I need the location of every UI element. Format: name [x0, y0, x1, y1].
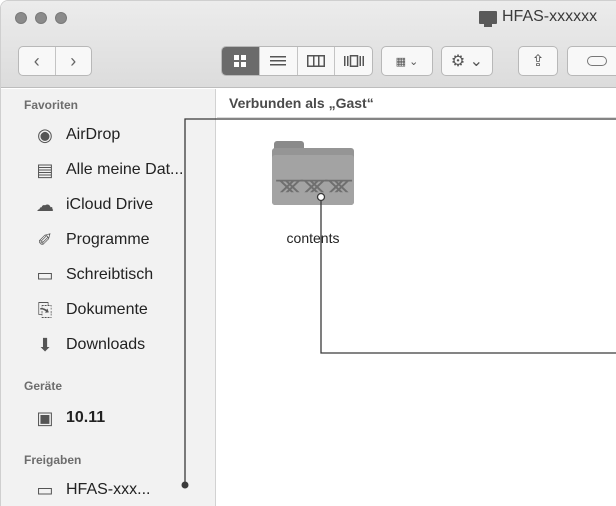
sidebar-item-label: HFAS-xxx...	[66, 481, 151, 498]
sidebar-item-disk[interactable]: ▣ 10.11	[34, 405, 105, 431]
navigation-buttons: ‹ ›	[18, 46, 92, 76]
shared-heading: Freigaben	[24, 453, 82, 467]
folder-contents[interactable]: ᚘᚘᚘ contents	[253, 141, 373, 246]
content-divider	[217, 117, 616, 118]
window-title-text: HFAS-xxxxxx	[502, 8, 598, 25]
sidebar-item-server[interactable]: ▭ HFAS-xxx...	[34, 477, 150, 503]
zoom-window-button[interactable]	[55, 12, 67, 24]
minimize-window-button[interactable]	[35, 12, 47, 24]
cloud-icon: ☁	[36, 194, 54, 215]
sidebar-item-airdrop[interactable]: ◉ AirDrop	[34, 122, 120, 148]
list-view-icon	[270, 56, 287, 66]
window-title: HFAS-xxxxxx	[479, 8, 598, 27]
favorites-heading: Favoriten	[24, 98, 79, 112]
folder-label: contents	[286, 230, 340, 246]
sidebar-item-label: Downloads	[66, 336, 146, 353]
all-files-icon: ▤	[36, 159, 54, 180]
sidebar-item-downloads[interactable]: ⬇ Downloads	[34, 332, 145, 358]
list-view-button[interactable]	[258, 47, 297, 75]
sidebar-item-all-files[interactable]: ▤ Alle meine Dat...	[34, 157, 183, 183]
finder-window: HFAS-xxxxxx ‹ › ▦ ⌄ ⚙ ⌄ ⇪ Favoriten ◉ Ai…	[0, 0, 616, 506]
sidebar-item-label: Schreibtisch	[66, 266, 154, 283]
people-icon: ᚘᚘᚘ	[272, 155, 354, 205]
sidebar-item-dokumente[interactable]: ⎘ Dokumente	[34, 297, 148, 323]
server-icon: ▭	[36, 479, 54, 500]
forward-button[interactable]: ›	[54, 47, 92, 75]
close-window-button[interactable]	[15, 12, 27, 24]
icon-view-icon	[234, 55, 247, 67]
documents-icon: ⎘	[37, 299, 53, 320]
cover-flow-button[interactable]	[334, 47, 372, 75]
shared-folder-icon: ᚘᚘᚘ	[272, 141, 354, 205]
sidebar-item-label: Programme	[66, 231, 150, 248]
server-icon	[479, 10, 497, 27]
arrange-button[interactable]: ▦ ⌄	[381, 46, 433, 76]
share-icon: ⇪	[531, 53, 545, 70]
tag-icon	[587, 56, 607, 66]
devices-heading: Geräte	[24, 379, 63, 393]
disk-icon: ▣	[36, 407, 54, 428]
downloads-icon: ⬇	[37, 334, 53, 355]
arrange-icon: ▦ ⌄	[395, 55, 419, 68]
sidebar-item-label: AirDrop	[66, 126, 121, 143]
applications-icon: ✐	[37, 229, 53, 250]
toolbar: HFAS-xxxxxx ‹ › ▦ ⌄ ⚙ ⌄ ⇪	[1, 1, 616, 88]
share-button[interactable]: ⇪	[518, 46, 558, 76]
connection-status: Verbunden als „Gast“	[229, 95, 374, 111]
column-view-button[interactable]	[296, 47, 335, 75]
cover-flow-icon	[343, 55, 364, 67]
sidebar-item-programme[interactable]: ✐ Programme	[34, 227, 150, 253]
gear-icon: ⚙ ⌄	[450, 53, 484, 70]
back-button[interactable]: ‹	[19, 47, 55, 75]
sidebar-item-icloud-drive[interactable]: ☁ iCloud Drive	[34, 192, 153, 218]
sidebar-item-label: Alle meine Dat...	[66, 161, 184, 178]
sidebar-item-schreibtisch[interactable]: ▭ Schreibtisch	[34, 262, 153, 288]
sidebar: Favoriten ◉ AirDrop ▤ Alle meine Dat... …	[1, 89, 216, 506]
tag-button[interactable]	[567, 46, 616, 76]
action-button[interactable]: ⚙ ⌄	[441, 46, 493, 76]
column-view-icon	[306, 55, 325, 67]
sidebar-item-label: 10.11	[66, 409, 106, 426]
sidebar-item-label: iCloud Drive	[66, 196, 154, 213]
sidebar-item-label: Dokumente	[66, 301, 148, 318]
desktop-icon: ▭	[36, 264, 54, 285]
view-mode-buttons	[221, 46, 373, 76]
airdrop-icon: ◉	[37, 124, 53, 145]
icon-view-button[interactable]	[222, 47, 259, 75]
